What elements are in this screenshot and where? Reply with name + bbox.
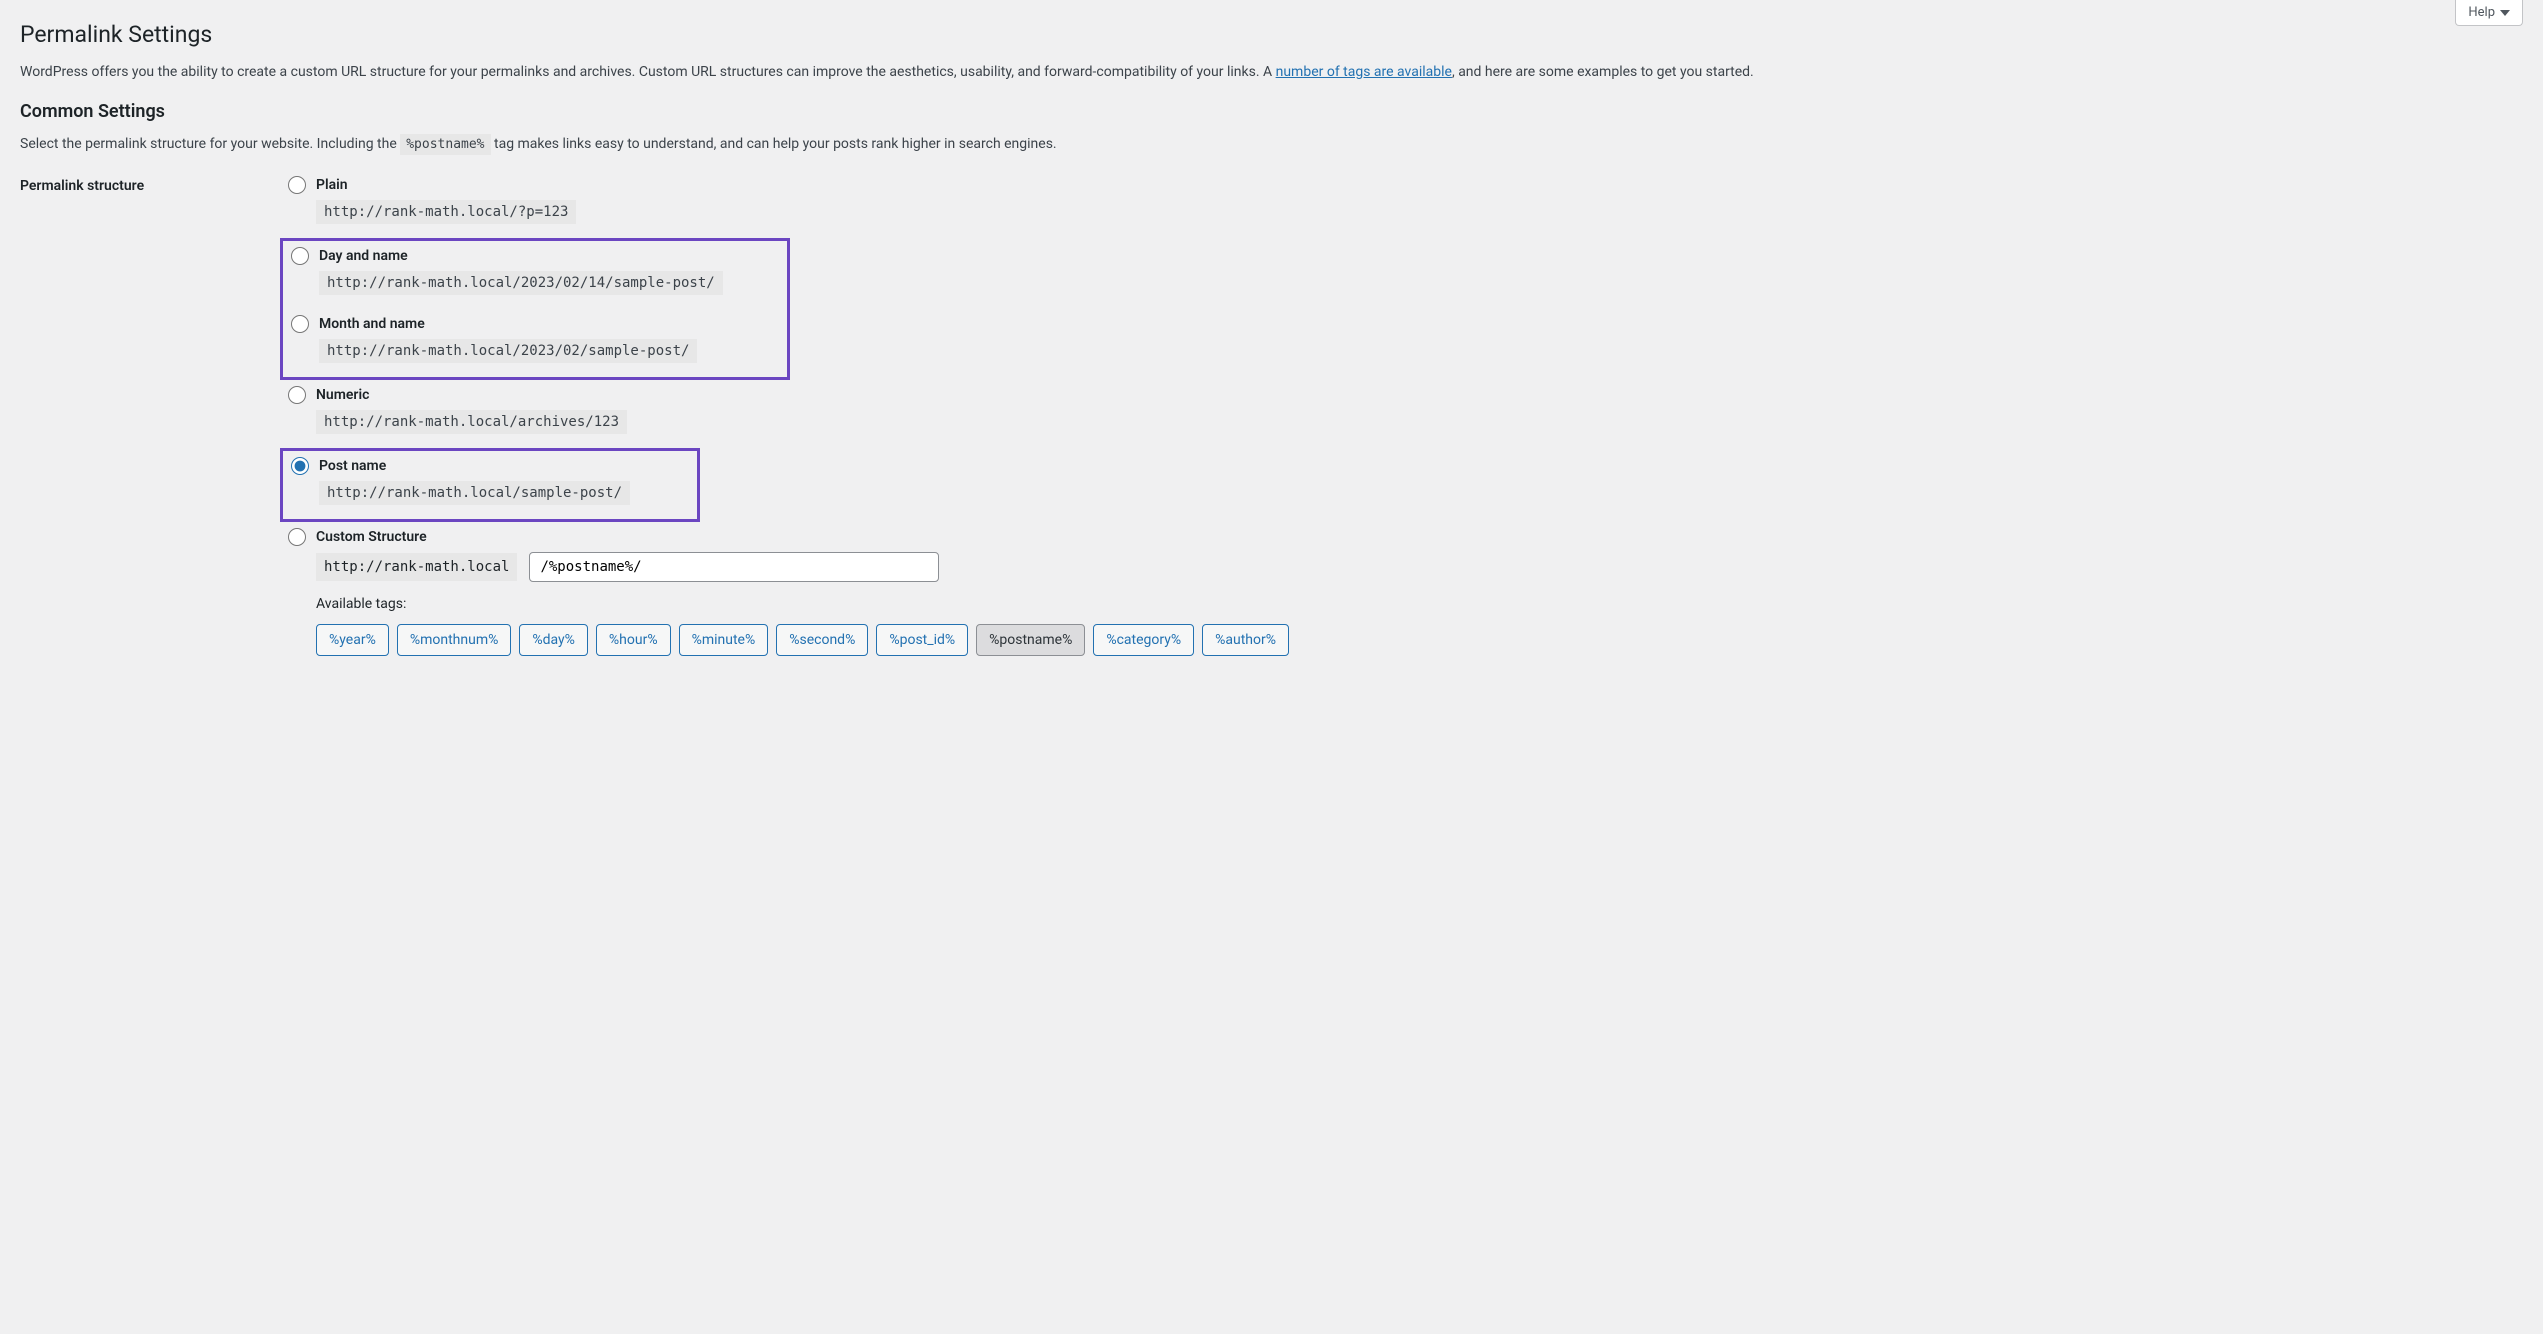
page-title: Permalink Settings (20, 0, 2523, 62)
tag-button-second[interactable]: %second% (776, 624, 868, 656)
radio-month-name[interactable] (291, 315, 309, 333)
radio-custom[interactable] (288, 528, 306, 546)
intro-post: , and here are some examples to get you … (1452, 64, 1754, 80)
help-tab-label: Help (2468, 5, 2495, 20)
tag-button-post_id[interactable]: %post_id% (876, 624, 968, 656)
option-custom-text: Custom Structure (316, 529, 427, 545)
option-post-name-label[interactable]: Post name (291, 457, 689, 475)
option-plain-label[interactable]: Plain (288, 176, 2515, 194)
tags-row: %year%%monthnum%%day%%hour%%minute%%seco… (316, 624, 2515, 656)
available-tags-label: Available tags: (316, 596, 2515, 612)
tag-button-category[interactable]: %category% (1093, 624, 1194, 656)
common-desc-post: tag makes links easy to understand, and … (494, 136, 1057, 152)
tag-button-minute[interactable]: %minute% (679, 624, 769, 656)
tag-button-day[interactable]: %day% (519, 624, 588, 656)
help-tab[interactable]: Help (2455, 0, 2523, 26)
custom-prefix: http://rank-math.local (316, 553, 517, 581)
url-plain: http://rank-math.local/?p=123 (316, 200, 576, 224)
radio-plain[interactable] (288, 176, 306, 194)
option-month-name-text: Month and name (319, 316, 425, 332)
option-numeric: Numeric http://rank-math.local/archives/… (280, 380, 2523, 440)
tag-button-monthnum[interactable]: %monthnum% (397, 624, 512, 656)
intro-pre: WordPress offers you the ability to crea… (20, 64, 1276, 80)
option-numeric-label[interactable]: Numeric (288, 386, 2515, 404)
option-month-name: Month and name http://rank-math.local/20… (283, 309, 787, 369)
tag-button-hour[interactable]: %hour% (596, 624, 671, 656)
option-day-name: Day and name http://rank-math.local/2023… (283, 241, 787, 301)
url-month-name: http://rank-math.local/2023/02/sample-po… (319, 339, 697, 363)
option-day-name-label[interactable]: Day and name (291, 247, 779, 265)
postname-tag-code: %postname% (400, 134, 490, 155)
url-day-name: http://rank-math.local/2023/02/14/sample… (319, 271, 723, 295)
option-month-name-label[interactable]: Month and name (291, 315, 779, 333)
option-post-name-text: Post name (319, 458, 386, 474)
option-plain: Plain http://rank-math.local/?p=123 (280, 170, 2523, 230)
option-custom: Custom Structure http://rank-math.local … (280, 522, 2523, 662)
permalink-structure-label: Permalink structure (20, 170, 280, 670)
url-numeric: http://rank-math.local/archives/123 (316, 410, 627, 434)
option-custom-label[interactable]: Custom Structure (288, 528, 2515, 546)
option-numeric-text: Numeric (316, 387, 369, 403)
tag-button-year[interactable]: %year% (316, 624, 389, 656)
url-post-name: http://rank-math.local/sample-post/ (319, 481, 630, 505)
radio-day-name[interactable] (291, 247, 309, 265)
custom-structure-input[interactable] (529, 552, 939, 582)
radio-post-name[interactable] (291, 457, 309, 475)
common-description: Select the permalink structure for your … (20, 136, 2523, 152)
option-post-name: Post name http://rank-math.local/sample-… (283, 451, 697, 511)
radio-numeric[interactable] (288, 386, 306, 404)
common-settings-heading: Common Settings (20, 101, 2523, 122)
tag-button-postname[interactable]: %postname% (976, 624, 1085, 656)
common-desc-pre: Select the permalink structure for your … (20, 136, 400, 152)
highlight-day-month-group: Day and name http://rank-math.local/2023… (280, 238, 790, 380)
tag-button-author[interactable]: %author% (1202, 624, 1289, 656)
option-plain-text: Plain (316, 177, 348, 193)
intro-paragraph: WordPress offers you the ability to crea… (20, 62, 2523, 83)
highlight-post-name: Post name http://rank-math.local/sample-… (280, 448, 700, 522)
tags-available-link[interactable]: number of tags are available (1276, 64, 1452, 80)
option-day-name-text: Day and name (319, 248, 408, 264)
